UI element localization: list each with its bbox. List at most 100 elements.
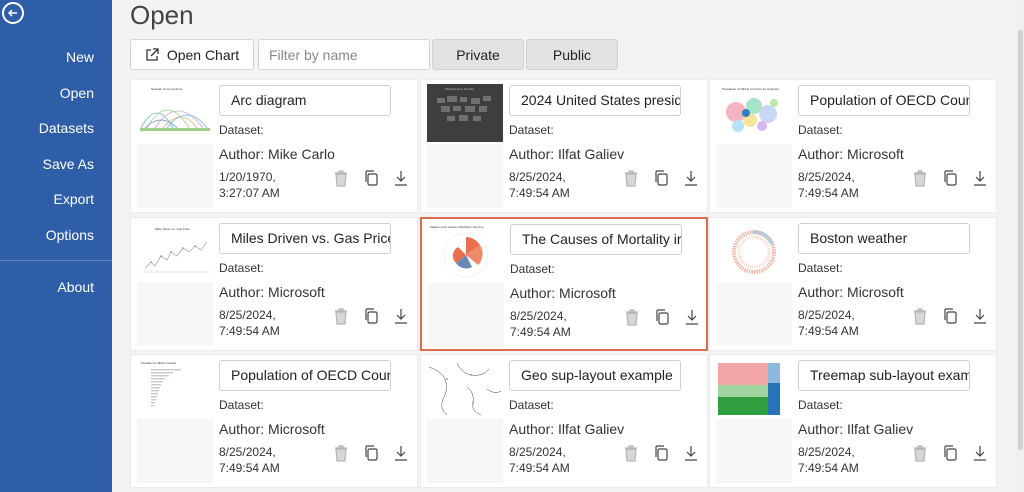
delete-icon[interactable] [333,444,349,462]
download-icon[interactable] [683,169,699,187]
svg-text:Network of connections: Network of connections [151,87,183,91]
download-icon[interactable] [684,308,700,326]
copy-icon[interactable] [653,444,669,462]
dataset-label: Dataset: [798,123,843,137]
private-button[interactable]: Private [432,39,524,70]
chart-card[interactable]: Miles driven vs. Gas Price Miles Driven v… [130,217,418,351]
sidebar-item-open[interactable]: Open [60,85,94,101]
public-button[interactable]: Public [526,39,618,70]
sidebar-item-export[interactable]: Export [54,191,94,207]
chart-thumbnail[interactable]: Diagram of the Causes of Mortality in th… [428,223,504,281]
delete-icon[interactable] [333,307,349,325]
chart-card[interactable]: Boston weather Dataset: Author: Microsoft 8… [709,217,997,351]
dataset-label: Dataset: [509,398,554,412]
back-arrow-icon[interactable] [2,2,24,24]
delete-icon[interactable] [623,444,639,462]
page-title: Open [130,0,194,30]
chart-thumbnail[interactable] [716,222,792,280]
chart-title[interactable]: The Causes of Mortality ir [510,224,682,255]
delete-icon[interactable] [333,169,349,187]
copy-icon[interactable] [363,169,379,187]
copy-icon[interactable] [363,444,379,462]
download-icon[interactable] [393,444,409,462]
sidebar-divider [0,260,112,261]
thumbnail-area [716,419,792,483]
dataset-label: Dataset: [798,261,843,275]
chart-card[interactable]: Population of OECD Countries Population o… [130,354,418,488]
svg-text:Population of OECD countries b: Population of OECD countries by continen… [722,87,779,91]
download-icon[interactable] [972,307,988,325]
scrollbar-thumb[interactable] [1018,30,1023,450]
author-label: Author: Ilfat Galiev [509,146,625,162]
delete-icon[interactable] [912,307,928,325]
copy-icon[interactable] [363,307,379,325]
toolbar: Open Chart Private Public [130,39,618,70]
sidebar-item-new[interactable]: New [66,49,94,65]
author-label: Author: Ilfat Galiev [798,421,914,437]
thumbnail-area [137,419,213,483]
chart-card[interactable]: Network of connections Arc diagram Dataset… [130,79,418,213]
sidebar-item-about[interactable]: About [57,279,94,295]
thumbnail-area [716,144,792,208]
chart-card[interactable]: 2024 Election Results 2024 United States … [420,79,708,213]
author-label: Author: Microsoft [219,284,325,300]
svg-text:2024 Election Results: 2024 Election Results [445,87,475,91]
delete-icon[interactable] [912,444,928,462]
author-label: Author: Microsoft [510,285,616,301]
delete-icon[interactable] [623,169,639,187]
chart-thumbnail[interactable]: Network of connections [137,84,213,142]
filter-input[interactable] [258,39,430,70]
sidebar: New Open Datasets Save As Export Options… [0,0,112,492]
chart-thumbnail[interactable] [427,359,503,417]
chart-card[interactable]: Population of OECD countries by continen… [709,79,997,213]
scrollbar[interactable] [1016,0,1024,492]
chart-card[interactable]: Diagram of the Causes of Mortality in th… [420,217,708,351]
copy-icon[interactable] [942,307,958,325]
date-label: 8/25/2024, 7:49:54 AM [798,170,859,200]
dataset-label: Dataset: [219,261,264,275]
chart-title[interactable]: Treemap sub-layout exam [798,360,970,391]
sidebar-item-datasets[interactable]: Datasets [39,120,94,136]
delete-icon[interactable] [624,308,640,326]
chart-title[interactable]: Geo sup-layout example [509,360,681,391]
thumbnail-area [428,283,504,347]
chart-thumbnail[interactable]: Population of OECD Countries [137,359,213,417]
chart-thumbnail[interactable]: Population of OECD countries by continen… [716,84,792,142]
open-chart-button[interactable]: Open Chart [130,39,254,70]
download-icon[interactable] [393,307,409,325]
date-label: 8/25/2024, 7:49:54 AM [219,308,280,338]
delete-icon[interactable] [912,169,928,187]
download-icon[interactable] [683,444,699,462]
chart-title[interactable]: Miles Driven vs. Gas Price: [219,223,391,254]
sidebar-item-save-as[interactable]: Save As [43,156,94,172]
copy-icon[interactable] [942,444,958,462]
author-label: Author: Microsoft [798,284,904,300]
download-icon[interactable] [972,444,988,462]
download-icon[interactable] [972,169,988,187]
thumbnail-area [427,419,503,483]
copy-icon[interactable] [654,308,670,326]
main-panel: Open Open Chart Private Public Network o… [112,0,1024,492]
open-chart-label: Open Chart [166,46,240,63]
copy-icon[interactable] [942,169,958,187]
download-icon[interactable] [393,169,409,187]
chart-thumbnail[interactable] [716,359,792,417]
chart-title[interactable]: 2024 United States presid [509,85,681,116]
chart-card[interactable]: Treemap sub-layout exam Dataset: Author: I… [709,354,997,488]
chart-title[interactable]: Population of OECD Coun [798,85,970,116]
chart-thumbnail[interactable]: Miles driven vs. Gas Price [137,222,213,280]
open-external-icon [146,47,159,61]
svg-text:Miles driven vs. Gas Price: Miles driven vs. Gas Price [155,227,190,231]
svg-text:Diagram of the Causes of Morta: Diagram of the Causes of Mortality in th… [430,225,484,229]
date-label: 8/25/2024, 7:49:54 AM [798,308,859,338]
thumbnail-area [137,144,213,208]
chart-title[interactable]: Boston weather [798,223,970,254]
author-label: Author: Mike Carlo [219,146,335,162]
chart-title[interactable]: Arc diagram [219,85,391,116]
copy-icon[interactable] [653,169,669,187]
sidebar-item-options[interactable]: Options [46,227,94,243]
date-label: 8/25/2024, 7:49:54 AM [219,445,280,475]
chart-title[interactable]: Population of OECD Coun [219,360,391,391]
chart-card[interactable]: Geo sup-layout example Dataset: Author: Il… [420,354,708,488]
chart-thumbnail[interactable]: 2024 Election Results [427,84,503,142]
